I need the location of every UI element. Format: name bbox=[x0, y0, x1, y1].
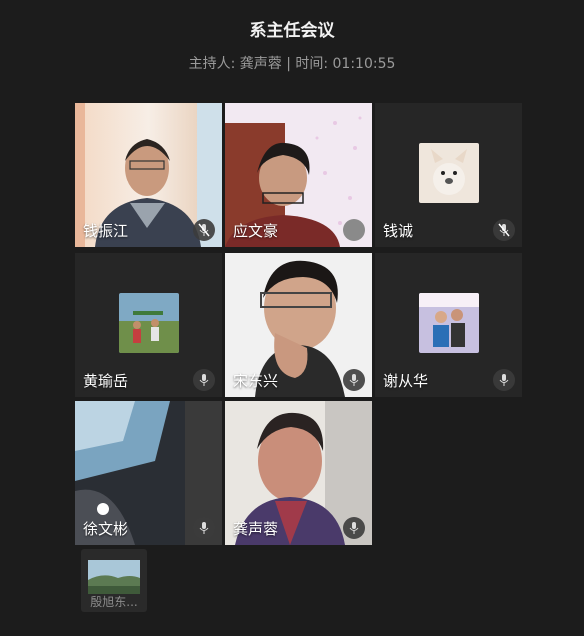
participant-name: 龚声蓉 bbox=[233, 520, 279, 538]
participant-name: 钱诚 bbox=[383, 222, 414, 240]
muted-icon[interactable] bbox=[193, 219, 215, 241]
mic-icon[interactable] bbox=[493, 369, 515, 391]
kids-avatar bbox=[119, 293, 179, 353]
participant-thumbnail[interactable]: 殷旭东... bbox=[81, 549, 147, 612]
landscape-avatar bbox=[88, 560, 140, 594]
meeting-title: 系主任会议 bbox=[249, 21, 335, 41]
meeting-subtitle: 主持人: 龚声蓉 | 时间: 01:10:55 bbox=[188, 56, 396, 72]
family-avatar bbox=[419, 293, 479, 353]
dog-avatar bbox=[419, 143, 479, 203]
participant-tile[interactable]: 黄瑜岳 bbox=[75, 253, 222, 397]
mic-icon[interactable] bbox=[193, 517, 215, 539]
participant-name: 宋东兴 bbox=[233, 372, 279, 390]
participant-tile[interactable]: 徐文彬 bbox=[75, 401, 222, 545]
participant-tile[interactable]: 龚声蓉 bbox=[225, 401, 372, 545]
participant-name: 徐文彬 bbox=[83, 520, 129, 538]
participant-name: 黄瑜岳 bbox=[83, 372, 129, 390]
participant-tile[interactable]: 钱振江 bbox=[75, 103, 222, 247]
mic-icon[interactable] bbox=[343, 369, 365, 391]
video-grid: 钱振江 应文豪 钱诚 黄瑜岳 宋东兴 谢从华 徐文彬 龚声蓉 bbox=[75, 103, 523, 547]
participant-name: 殷旭东... bbox=[90, 595, 138, 609]
participant-tile[interactable]: 应文豪 bbox=[225, 103, 372, 247]
participant-name: 钱振江 bbox=[83, 222, 129, 240]
participant-name: 应文豪 bbox=[233, 222, 279, 240]
participant-tile[interactable]: 宋东兴 bbox=[225, 253, 372, 397]
participant-tile[interactable]: 谢从华 bbox=[375, 253, 522, 397]
meeting-header: 系主任会议 主持人: 龚声蓉 | 时间: 01:10:55 bbox=[0, 0, 584, 90]
mic-icon[interactable] bbox=[343, 517, 365, 539]
participant-tile[interactable]: 钱诚 bbox=[375, 103, 522, 247]
mic-icon[interactable] bbox=[193, 369, 215, 391]
muted-icon[interactable] bbox=[493, 219, 515, 241]
status-dot-icon bbox=[343, 219, 365, 241]
participant-name: 谢从华 bbox=[383, 372, 429, 390]
